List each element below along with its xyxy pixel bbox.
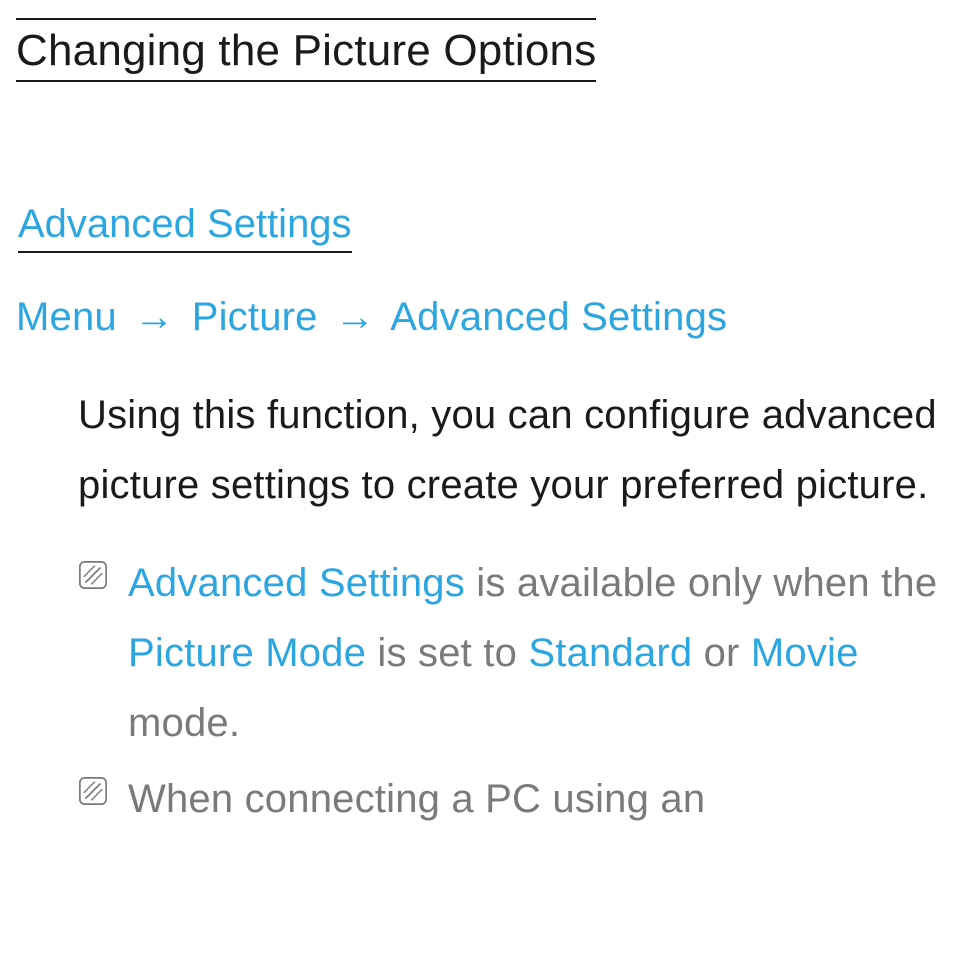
note-icon <box>78 776 108 806</box>
note-icon <box>78 560 108 590</box>
note-item: When connecting a PC using an <box>78 764 938 834</box>
page-title: Changing the Picture Options <box>16 18 596 82</box>
note-item: Advanced Settings is available only when… <box>78 548 938 758</box>
note-list: Advanced Settings is available only when… <box>78 548 938 834</box>
section-paragraph: Using this function, you can configure a… <box>78 380 938 520</box>
page-root: Changing the Picture Options Advanced Se… <box>0 0 954 834</box>
breadcrumb: Menu → Picture → Advanced Settings <box>16 295 938 340</box>
arrow-icon: → <box>128 295 180 339</box>
breadcrumb-item: Advanced Settings <box>390 295 727 339</box>
breadcrumb-item: Picture <box>192 295 318 339</box>
arrow-icon: → <box>329 295 381 339</box>
note-text: When connecting a PC using an <box>128 764 705 834</box>
section-body: Using this function, you can configure a… <box>78 380 938 834</box>
section: Advanced Settings Menu → Picture → Advan… <box>16 202 938 834</box>
note-text: Advanced Settings is available only when… <box>128 548 938 758</box>
breadcrumb-item: Menu <box>16 295 117 339</box>
section-heading: Advanced Settings <box>18 202 352 253</box>
